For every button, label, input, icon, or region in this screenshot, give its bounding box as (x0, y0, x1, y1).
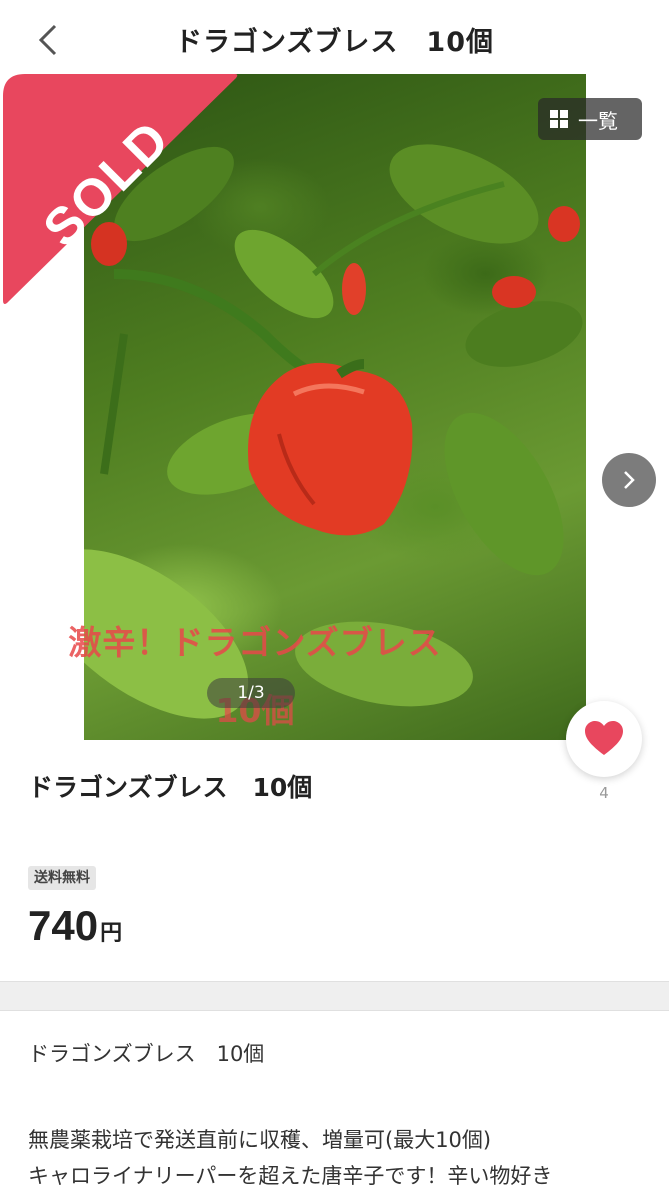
next-image-button[interactable] (602, 453, 656, 507)
page-title: ドラゴンズブレス 10個 (174, 27, 495, 58)
like-button[interactable] (566, 701, 642, 777)
item-title: ドラゴンズブレス 10個 (28, 773, 313, 802)
section-divider (0, 981, 669, 1011)
chevron-right-icon (624, 471, 635, 489)
sold-badge: SOLD (3, 74, 239, 306)
description-title: ドラゴンズブレス 10個 (28, 1042, 265, 1066)
header: ドラゴンズブレス 10個 (0, 0, 669, 74)
list-view-button[interactable]: 一覧 (538, 98, 642, 140)
grid-icon (550, 110, 568, 128)
list-view-label: 一覧 (578, 108, 618, 133)
price: 740円 (28, 902, 122, 950)
description-line: キャロライナリーパーを超えた唐辛子です！辛い物好き (28, 1164, 553, 1188)
heart-icon (585, 721, 623, 755)
price-value: 740 (28, 902, 99, 949)
description-line: 無農薬栽培で発送直前に収穫、増量可(最大10個) (28, 1128, 492, 1152)
price-unit: 円 (100, 921, 123, 946)
overlay-caption: 激辛！ドラゴンズブレス (68, 623, 442, 662)
like-count: 4 (599, 784, 609, 802)
page-indicator: 1/3 (207, 678, 295, 708)
shipping-badge: 送料無料 (28, 866, 96, 890)
